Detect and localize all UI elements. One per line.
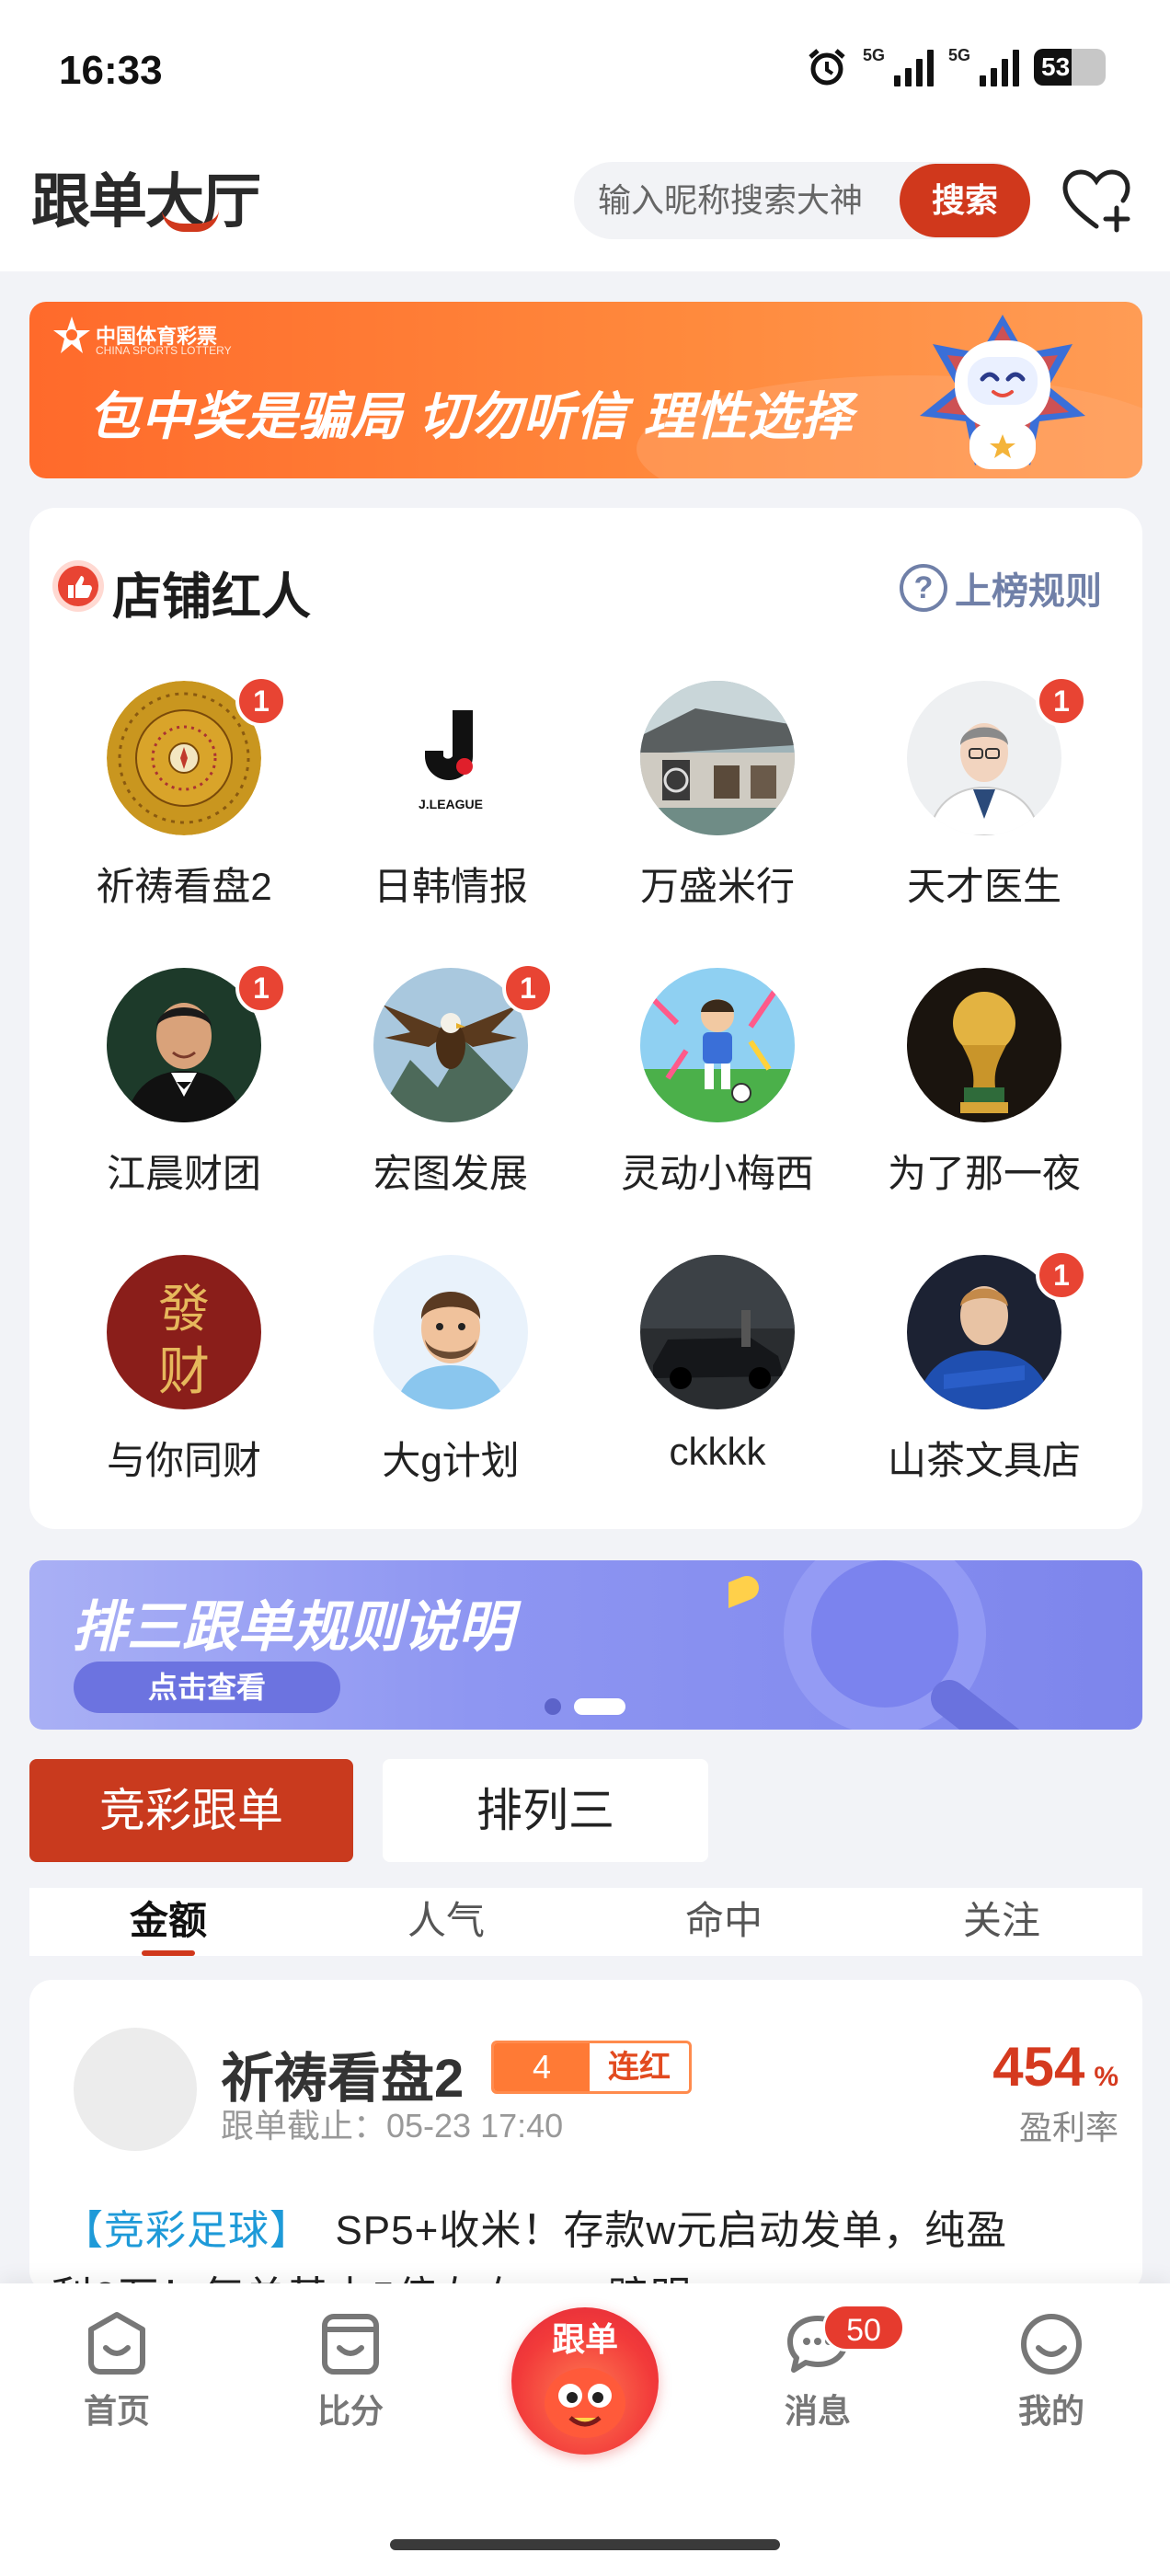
star-name: 祈祷看盘2 xyxy=(96,865,272,908)
sort-tabs: 金额 人气 命中 关注 xyxy=(29,1888,1142,1956)
heart-plus-icon[interactable] xyxy=(1058,162,1135,239)
banner-brand-en: CHINA SPORTS LOTTERY xyxy=(96,344,232,357)
ranking-rules-label: 上榜规则 xyxy=(955,571,1102,612)
star-item[interactable]: 1 江晨财团 xyxy=(29,962,296,1235)
avatar-jleague: J.LEAGUE xyxy=(373,681,528,835)
star-item[interactable]: 为了那一夜 xyxy=(830,968,1096,1235)
network-label-1: 5G xyxy=(862,46,885,64)
nav-score[interactable]: 比分 xyxy=(281,2309,419,2432)
search-input[interactable] xyxy=(598,162,874,239)
post-body: SP5+收米！存款w元启动发单，纯盈 xyxy=(335,2208,1008,2253)
profit-rate-value: 454 xyxy=(992,2036,1085,2098)
star-name: 为了那一夜 xyxy=(887,1152,1081,1195)
star-name: 山茶文具店 xyxy=(887,1439,1081,1482)
search-button[interactable]: 搜索 xyxy=(900,164,1030,237)
avatar-cartoon-footballer xyxy=(640,968,795,1122)
carousel-dot-active[interactable] xyxy=(574,1698,625,1715)
sort-tab-popularity[interactable]: 人气 xyxy=(307,1888,585,1956)
notification-badge: 1 xyxy=(235,675,287,727)
tab-jingcai-follow[interactable]: 竞彩跟单 xyxy=(29,1759,353,1862)
signal-icon-2 xyxy=(980,48,1019,86)
post-deadline: 跟单截止：05-23 17:40 xyxy=(221,2107,564,2145)
facai-char-2: 财 xyxy=(158,1342,210,1402)
question-icon: ? xyxy=(900,564,947,612)
nav-home-label: 首页 xyxy=(83,2392,150,2430)
star-item[interactable]: J.LEAGUE 日韩情报 xyxy=(296,681,563,948)
network-label-2: 5G xyxy=(947,46,970,64)
star-item[interactable]: 大g计划 xyxy=(296,1255,563,1522)
page-title: 跟单大厅 xyxy=(31,168,261,235)
sports-lottery-logo-icon xyxy=(53,316,90,353)
star-item[interactable]: 1 天才医生 xyxy=(830,675,1096,948)
nav-mine[interactable]: 我的 xyxy=(982,2309,1120,2432)
home-icon xyxy=(88,2312,145,2375)
star-item[interactable]: ckkkk xyxy=(563,1255,830,1522)
avatar[interactable] xyxy=(74,2028,197,2151)
sort-tab-hit[interactable]: 命中 xyxy=(585,1888,863,1956)
star-name: 宏图发展 xyxy=(373,1152,528,1195)
signal-icon-1 xyxy=(893,48,934,86)
nav-follow-label: 跟单 xyxy=(551,2320,618,2358)
avatar-world-cup-trophy xyxy=(907,968,1061,1122)
nav-home[interactable]: 首页 xyxy=(48,2309,186,2432)
alarm-icon xyxy=(809,49,845,86)
banner-slogan: 包中奖是骗局 切勿听信 理性选择 xyxy=(88,387,854,445)
sort-tab-following[interactable]: 关注 xyxy=(863,1888,1141,1956)
shop-stars-grid: 1 祈祷看盘2 J.LEAGUE 日韩情报 万盛米行 1 天才医生 1 江晨财团… xyxy=(29,675,1142,1509)
status-icons: 5G 5G 53 xyxy=(806,46,1106,88)
star-name: 与你同财 xyxy=(106,1439,261,1482)
avatar-car xyxy=(640,1255,795,1409)
star-name: 万盛米行 xyxy=(639,865,795,908)
tab-pailie-san[interactable]: 排列三 xyxy=(383,1759,708,1862)
streak-label: 连红 xyxy=(608,2050,671,2085)
avatar-cartoon-man xyxy=(373,1255,528,1409)
star-item[interactable]: 發 财 与你同财 xyxy=(29,1255,296,1522)
section-title: 店铺红人 xyxy=(112,569,311,625)
view-details-button[interactable]: 点击查看 xyxy=(74,1662,340,1713)
status-time: 16:33 xyxy=(59,48,163,93)
streak-badge: 4 连红 xyxy=(491,2041,692,2094)
post-text[interactable]: 【竞彩足球】 SP5+收米！存款w元启动发单，纯盈 xyxy=(63,2197,1007,2256)
battery-text: 53 xyxy=(1041,52,1071,81)
star-item[interactable]: 1 宏图发展 xyxy=(296,962,563,1235)
post-tag: 【竞彩足球】 xyxy=(63,2208,311,2253)
battery-icon: 53 xyxy=(1034,49,1106,86)
message-count-badge: 50 xyxy=(822,2304,905,2352)
carousel-dot[interactable] xyxy=(545,1698,561,1715)
star-name: 日韩情报 xyxy=(373,865,528,908)
home-indicator[interactable] xyxy=(390,2539,780,2550)
notification-badge: 1 xyxy=(1036,675,1087,727)
star-item[interactable]: 万盛米行 xyxy=(563,681,830,948)
banner-title: 排三跟单规则说明 xyxy=(72,1596,513,1658)
star-name: 大g计划 xyxy=(382,1439,520,1482)
star-item[interactable]: 灵动小梅西 xyxy=(563,968,830,1235)
avatar-facai: 發 财 xyxy=(107,1255,261,1409)
notification-badge: 1 xyxy=(235,962,287,1014)
nav-score-label: 比分 xyxy=(316,2392,384,2430)
thumbs-up-icon xyxy=(52,560,104,612)
magnifier-decoration-icon xyxy=(728,1560,1020,1730)
star-name: 江晨财团 xyxy=(106,1152,261,1195)
streak-count: 4 xyxy=(494,2043,590,2091)
profit-rate-label: 盈利率 xyxy=(1018,2109,1118,2146)
star-name: 灵动小梅西 xyxy=(620,1152,814,1195)
mascot-icon xyxy=(920,315,1085,469)
sort-tab-amount[interactable]: 金额 xyxy=(29,1888,307,1956)
profile-icon xyxy=(1021,2314,1082,2375)
notification-badge: 1 xyxy=(1036,1249,1087,1301)
profit-rate: 454% xyxy=(992,2035,1118,2099)
score-icon xyxy=(322,2314,379,2375)
avatar-old-house xyxy=(640,681,795,835)
nav-messages-label: 消息 xyxy=(784,2392,851,2430)
star-item[interactable]: 1 祈祷看盘2 xyxy=(29,675,296,948)
notification-badge: 1 xyxy=(502,962,554,1014)
profit-rate-unit: % xyxy=(1094,2062,1118,2092)
star-item[interactable]: 1 山茶文具店 xyxy=(830,1249,1096,1522)
star-name: ckkkk xyxy=(669,1430,766,1473)
nav-mine-label: 我的 xyxy=(1017,2392,1084,2430)
jleague-text: J.LEAGUE xyxy=(418,797,483,811)
star-name: 天才医生 xyxy=(906,865,1061,908)
ranking-rules-link[interactable]: ? 上榜规则 xyxy=(900,561,1102,615)
